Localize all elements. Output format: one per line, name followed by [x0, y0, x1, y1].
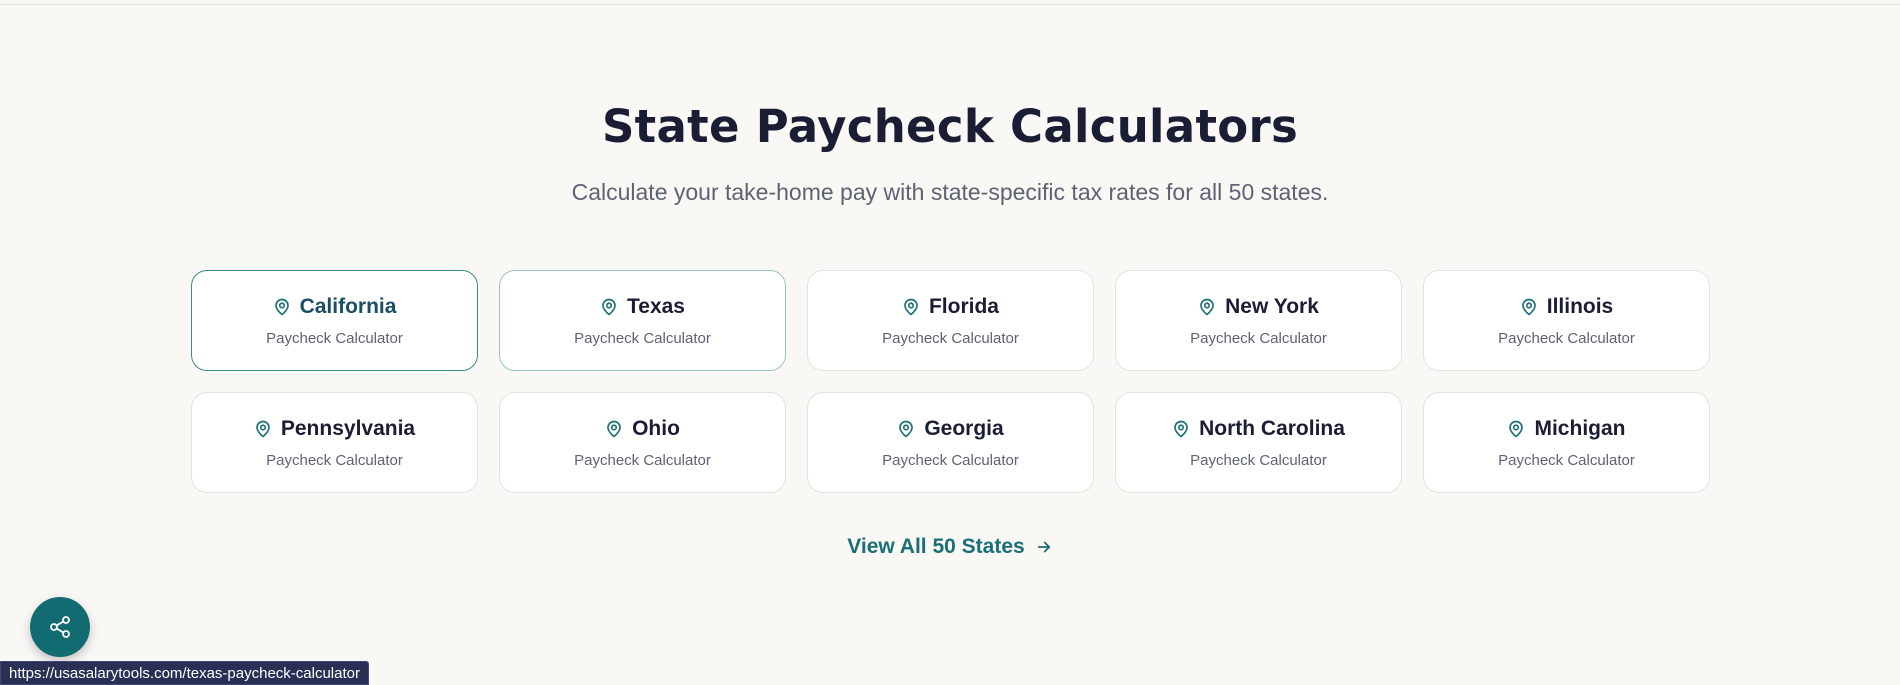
state-name: New York	[1225, 295, 1319, 318]
state-card-title: Florida	[902, 294, 999, 320]
state-card-title: Michigan	[1507, 416, 1626, 442]
divider	[0, 4, 1900, 5]
state-card-title: New York	[1198, 294, 1319, 320]
state-card-title: Texas	[600, 294, 685, 320]
page-subtitle: Calculate your take-home pay with state-…	[571, 179, 1329, 205]
state-card-illinois[interactable]: Illinois Paycheck Calculator	[1423, 270, 1710, 371]
map-pin-icon	[607, 420, 621, 438]
page: State Paycheck Calculators Calculate you…	[0, 0, 1900, 685]
state-card-subtitle: Paycheck Calculator	[574, 452, 711, 469]
state-card-title: Georgia	[897, 416, 1004, 442]
state-card-title: North Carolina	[1172, 416, 1345, 442]
state-card-subtitle: Paycheck Calculator	[882, 330, 1019, 347]
map-pin-icon	[274, 298, 289, 316]
state-card-north-carolina[interactable]: North Carolina Paycheck Calculator	[1115, 392, 1402, 493]
map-pin-icon	[256, 420, 270, 438]
state-name: Illinois	[1546, 295, 1614, 318]
share-button[interactable]	[30, 597, 90, 657]
state-card-title: Illinois	[1520, 294, 1614, 320]
map-pin-icon	[1521, 298, 1536, 316]
state-card-title: California	[273, 294, 397, 320]
map-pin-icon	[899, 420, 914, 438]
state-card-subtitle: Paycheck Calculator	[1498, 330, 1635, 347]
state-card-subtitle: Paycheck Calculator	[1190, 330, 1327, 347]
state-card-texas[interactable]: Texas Paycheck Calculator	[499, 270, 786, 371]
share-icon	[50, 616, 70, 638]
state-card-michigan[interactable]: Michigan Paycheck Calculator	[1423, 392, 1710, 493]
state-card-ohio[interactable]: Ohio Paycheck Calculator	[499, 392, 786, 493]
state-name: Florida	[928, 295, 999, 318]
state-name: Ohio	[632, 417, 680, 440]
state-name: Texas	[627, 295, 685, 318]
state-grid: California Paycheck Calculator Texas Pay…	[191, 270, 1711, 493]
state-card-subtitle: Paycheck Calculator	[266, 330, 403, 347]
state-card-subtitle: Paycheck Calculator	[1498, 452, 1635, 469]
state-card-georgia[interactable]: Georgia Paycheck Calculator	[807, 392, 1094, 493]
state-name: Michigan	[1534, 417, 1626, 440]
arrow-right-icon	[1037, 541, 1050, 553]
state-card-subtitle: Paycheck Calculator	[574, 330, 711, 347]
state-card-title: Pennsylvania	[254, 416, 415, 442]
state-name: North Carolina	[1199, 417, 1345, 440]
map-pin-icon	[1200, 298, 1214, 316]
state-name: California	[299, 295, 397, 318]
state-card-subtitle: Paycheck Calculator	[882, 452, 1019, 469]
state-name: Georgia	[924, 417, 1004, 440]
state-card-california[interactable]: California Paycheck Calculator	[191, 270, 478, 371]
state-card-subtitle: Paycheck Calculator	[1190, 452, 1327, 469]
state-name: Pennsylvania	[280, 417, 416, 440]
map-pin-icon	[602, 298, 616, 316]
state-card-title: Ohio	[605, 416, 680, 442]
state-card-subtitle: Paycheck Calculator	[266, 452, 403, 469]
status-bar-url: https://usasalarytools.com/texas-paychec…	[0, 661, 369, 685]
map-pin-icon	[1174, 420, 1188, 438]
view-all-states-link[interactable]: View All 50 States	[0, 535, 1900, 559]
view-all-label: View All 50 States	[847, 535, 1025, 558]
page-title: State Paycheck Calculators	[601, 100, 1299, 153]
state-card-pennsylvania[interactable]: Pennsylvania Paycheck Calculator	[191, 392, 478, 493]
map-pin-icon	[1509, 420, 1524, 438]
map-pin-icon	[904, 298, 918, 316]
state-card-florida[interactable]: Florida Paycheck Calculator	[807, 270, 1094, 371]
state-card-new-york[interactable]: New York Paycheck Calculator	[1115, 270, 1402, 371]
